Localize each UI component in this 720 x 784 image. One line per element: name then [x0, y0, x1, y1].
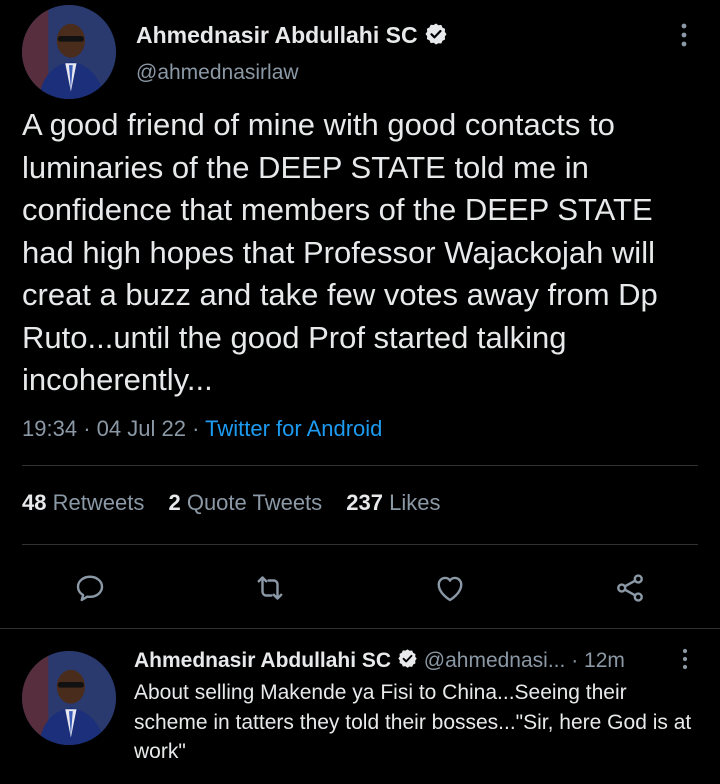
author-handle[interactable]: @ahmednasirlaw — [136, 61, 299, 85]
meta-separator: · — [192, 416, 200, 441]
share-icon — [617, 574, 643, 602]
more-vertical-icon[interactable] — [676, 646, 694, 672]
reply-text: About selling Makende ya Fisi to China..… — [134, 681, 692, 763]
tweet-date[interactable]: 04 Jul 22 — [97, 416, 186, 441]
tweet-meta: 19:34 · 04 Jul 22 · Twitter for Android — [22, 416, 382, 442]
likes-label: Likes — [389, 490, 441, 515]
reply-author-handle[interactable]: @ahmednasi... — [424, 649, 566, 672]
retweets-count: 48 — [22, 490, 47, 515]
tweet-source-link[interactable]: Twitter for Android — [205, 416, 382, 441]
quotes-stat[interactable]: 2 Quote Tweets — [168, 490, 322, 515]
author-avatar[interactable] — [22, 5, 116, 99]
retweet-icon — [257, 576, 283, 600]
verified-badge-icon — [397, 648, 418, 675]
reply-button[interactable] — [68, 566, 112, 610]
reply-separator: · — [571, 649, 579, 673]
share-button[interactable] — [608, 566, 652, 610]
divider — [22, 544, 698, 545]
tweet-time[interactable]: 19:34 — [22, 416, 77, 441]
retweet-button[interactable] — [248, 566, 292, 610]
author-name[interactable]: Ahmednasir Abdullahi SC — [136, 22, 448, 52]
tweet-action-bar — [0, 566, 720, 610]
tweet-text: A good friend of mine with good contacts… — [22, 107, 658, 397]
reply-header: Ahmednasir Abdullahi SC @ahmednasi... · … — [134, 648, 625, 675]
likes-stat[interactable]: 237 Likes — [346, 490, 440, 515]
quotes-label: Quote Tweets — [186, 490, 323, 515]
reply-author-avatar[interactable] — [22, 651, 116, 745]
author-name-text[interactable]: Ahmednasir Abdullahi SC — [136, 22, 418, 48]
like-button[interactable] — [428, 566, 472, 610]
verified-badge-icon — [424, 22, 448, 52]
section-divider — [0, 628, 720, 629]
reply-icon — [76, 575, 104, 602]
divider — [22, 465, 698, 466]
quotes-count: 2 — [168, 490, 181, 515]
meta-separator: · — [83, 416, 91, 441]
retweets-stat[interactable]: 48 Retweets — [22, 490, 144, 515]
likes-count: 237 — [346, 490, 384, 515]
tweet-stats: 48 Retweets 2 Quote Tweets 237 Likes — [22, 490, 459, 516]
reply-time-ago[interactable]: 12m — [584, 649, 625, 672]
heart-icon — [437, 576, 463, 602]
retweets-label: Retweets — [52, 490, 145, 515]
more-vertical-icon[interactable] — [674, 20, 694, 50]
reply-author-name[interactable]: Ahmednasir Abdullahi SC — [134, 649, 391, 672]
